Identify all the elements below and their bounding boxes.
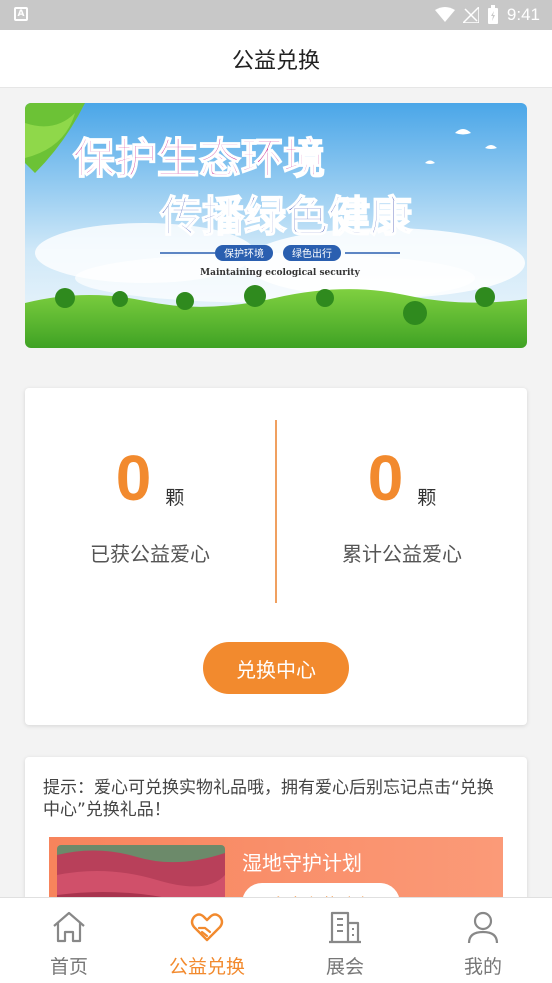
heart-hand-icon — [190, 913, 224, 942]
signal-icon — [462, 7, 479, 23]
page-title: 公益兑换 — [231, 48, 320, 74]
total-love-stat: 0颗 累计公益爱心 — [277, 438, 527, 567]
total-love-label: 累计公益爱心 — [342, 542, 462, 566]
nav-item-profile[interactable]: 我的 — [414, 898, 552, 983]
earned-love-unit: 颗 — [165, 487, 185, 509]
status-bar: A 9:41 — [0, 0, 552, 30]
battery-icon — [487, 5, 498, 24]
banner-tag2: 绿色出行 — [292, 247, 332, 260]
nav-item-home[interactable]: 首页 — [0, 898, 138, 983]
bottom-nav: 首页 公益兑换 展会 我的 — [0, 897, 552, 983]
title-bar: 公益兑换 — [0, 30, 552, 88]
nav-label-profile: 我的 — [463, 956, 502, 978]
total-love-count: 0 — [367, 442, 404, 514]
banner-line1: 保护生态环境 — [73, 134, 325, 183]
exchange-center-button[interactable]: 兑换中心 — [203, 642, 349, 694]
nav-label-expo: 展会 — [325, 956, 364, 978]
banner-line2: 传播绿色健康 — [159, 192, 412, 241]
banner-image: 保护生态环境 传播绿色健康 保护环境 绿色出行 Maintaining ecol… — [25, 103, 527, 348]
earned-love-stat: 0颗 已获公益爱心 — [25, 438, 275, 567]
earned-love-count: 0 — [115, 442, 152, 514]
eco-banner[interactable]: 保护生态环境 传播绿色健康 保护环境 绿色出行 Maintaining ecol… — [25, 103, 527, 348]
banner-tag1: 保护环境 — [224, 247, 264, 260]
nav-label-exchange: 公益兑换 — [168, 956, 245, 978]
nav-label-home: 首页 — [49, 956, 88, 978]
building-icon — [329, 911, 361, 944]
banner-subtitle: Maintaining ecological security — [200, 268, 360, 278]
nav-item-exchange[interactable]: 公益兑换 — [138, 898, 276, 983]
notification-badge-icon: A — [14, 7, 28, 21]
total-love-unit: 颗 — [417, 487, 437, 509]
user-icon — [467, 911, 499, 944]
love-stats-card: 0颗 已获公益爱心 0颗 累计公益爱心 兑换中心 — [25, 388, 527, 725]
earned-love-label: 已获公益爱心 — [90, 542, 210, 566]
status-icons: 9:41 — [434, 0, 540, 30]
tip-text: 提示：爱心可兑换实物礼品哦，拥有爱心后别忘记点击“兑换中心”兑换礼品！ — [43, 778, 494, 820]
wifi-icon — [434, 7, 455, 22]
nav-item-expo[interactable]: 展会 — [276, 898, 414, 983]
project-title: 湿地守护计划 — [242, 851, 362, 875]
tip-card: 提示：爱心可兑换实物礼品哦，拥有爱心后别忘记点击“兑换中心”兑换礼品！ 湿地守护… — [25, 757, 527, 917]
home-icon — [53, 911, 85, 943]
clock: 9:41 — [506, 5, 540, 24]
